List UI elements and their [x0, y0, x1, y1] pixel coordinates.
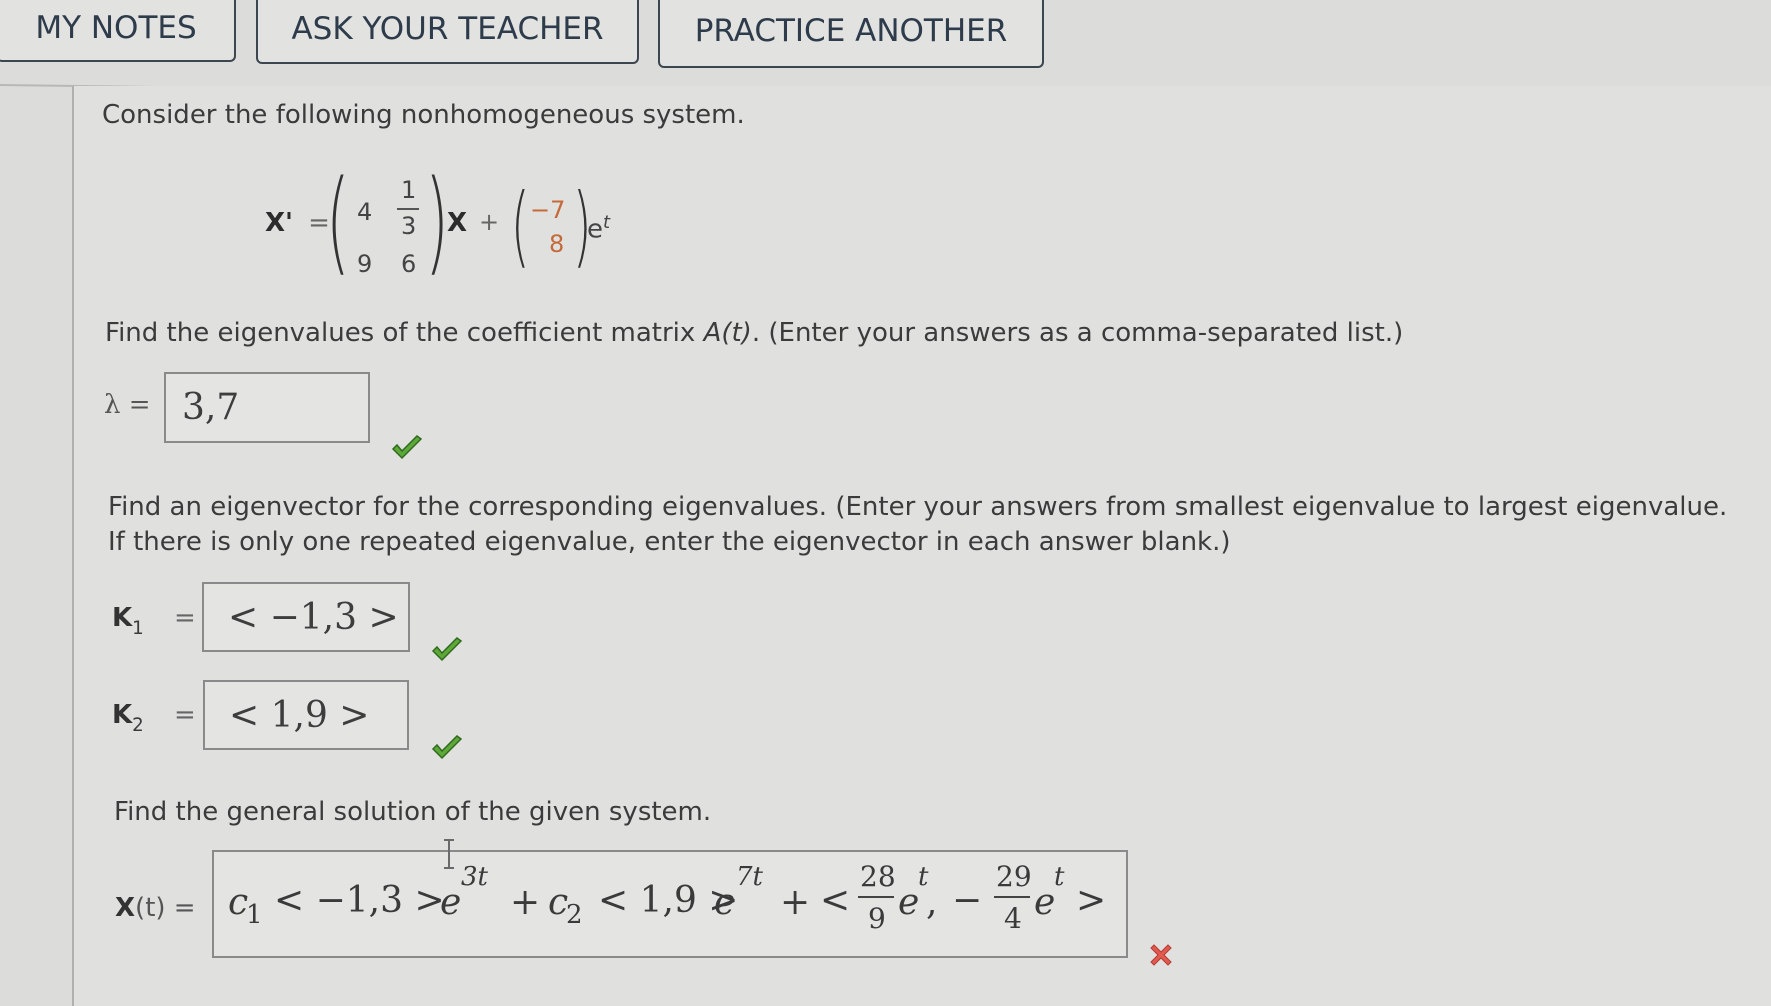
exp-power: t	[603, 212, 611, 233]
correct-check-icon	[431, 637, 463, 662]
equation-lhs: X' =	[265, 208, 330, 238]
x-prime: X'	[265, 208, 294, 238]
plus-1: +	[510, 882, 541, 923]
k2-subscript: 2	[132, 715, 144, 737]
exp-e4: e	[1034, 882, 1056, 923]
forcing-f1: −7	[530, 196, 566, 224]
text-cursor-icon	[444, 839, 454, 869]
k2-letter: K	[112, 700, 133, 730]
fraction1-denominator: 9	[868, 902, 886, 935]
matrix-a22: 6	[401, 250, 417, 278]
solution-label-rest: (t) =	[135, 893, 196, 923]
general-solution-input[interactable]: c 1 < −1,3 > e 3t + c 2 < 1,9 > e 7t + <…	[212, 850, 1128, 958]
plus-2: +	[780, 882, 811, 923]
correct-check-icon	[431, 735, 463, 760]
forcing-f2: 8	[549, 230, 565, 258]
matrix-a21: 9	[357, 250, 373, 278]
incorrect-x-icon	[1150, 944, 1172, 966]
my-notes-label: MY NOTES	[35, 10, 197, 46]
x-variable: X	[447, 208, 468, 238]
k2-input[interactable]: < 1,9 >	[203, 680, 409, 750]
matrix-a11: 4	[357, 198, 373, 226]
k1-label: K1 =	[112, 603, 196, 639]
k2-equals: =	[174, 700, 196, 730]
k1-letter: K	[112, 603, 133, 633]
my-notes-tab[interactable]: MY NOTES	[0, 0, 236, 62]
matrix-a12-denominator: 3	[401, 212, 417, 240]
k1-value: < −1,3 >	[228, 596, 399, 638]
vector-open: <	[820, 880, 851, 921]
k1-equals: =	[174, 603, 196, 633]
matrix-right-paren: )	[424, 157, 449, 287]
eigenvalues-prompt-math: A(t)	[703, 318, 752, 348]
fraction1-bar	[858, 896, 894, 898]
k2-value: < 1,9 >	[229, 694, 370, 736]
forcing-left-paren: (	[510, 174, 530, 277]
fraction2-numerator: 29	[996, 860, 1032, 893]
eigenvalues-prompt-pre: Find the eigenvalues of the coefficient …	[105, 318, 704, 348]
problem-intro: Consider the following nonhomogeneous sy…	[102, 100, 745, 130]
exp-e4-power: t	[1054, 862, 1065, 892]
ask-your-teacher-tab[interactable]: ASK YOUR TEACHER	[256, 0, 639, 64]
exp-e: e	[587, 214, 603, 245]
fraction1-numerator: 28	[860, 860, 896, 893]
lambda-label: λ =	[104, 390, 151, 420]
eigenvalues-input[interactable]: 3,7	[164, 372, 370, 443]
matrix-left-paren: (	[325, 157, 350, 287]
k1-subscript: 1	[132, 618, 144, 640]
k1-input[interactable]: < −1,3 >	[202, 582, 410, 652]
general-solution-prompt: Find the general solution of the given s…	[114, 797, 712, 827]
solution-expression: c 1 < −1,3 > e 3t + c 2 < 1,9 > e 7t + <…	[214, 852, 1126, 956]
exp-e1-power: 3t	[461, 862, 488, 892]
exp-e1: e	[440, 882, 462, 923]
plus-sign: +	[479, 208, 500, 236]
vector-close: >	[1076, 880, 1107, 921]
fraction2-denominator: 4	[1004, 902, 1022, 935]
fraction2-bar	[994, 896, 1030, 898]
ask-your-teacher-label: ASK YOUR TEACHER	[291, 11, 604, 47]
eigenvector-prompt-line1: Find an eigenvector for the correspondin…	[108, 492, 1728, 522]
vector-k1: < −1,3 >	[274, 880, 445, 921]
c2-subscript: 2	[566, 900, 583, 930]
matrix-a12-numerator: 1	[401, 176, 417, 204]
vector-comma: ,	[926, 882, 938, 923]
k2-label: K2 =	[112, 700, 196, 736]
c1-subscript: 1	[246, 900, 263, 930]
exp-e2-power: 7t	[736, 862, 763, 892]
exp-base: et	[587, 212, 610, 245]
matrix-a12-fraction-bar	[397, 208, 419, 210]
exp-e2: e	[714, 882, 736, 923]
solution-label: X(t) =	[115, 893, 196, 923]
system-equation: X' = ( 4 1 3 9 6 ) X + ( −7 8 ) et	[265, 157, 665, 288]
practice-another-tab[interactable]: PRACTICE ANOTHER	[658, 0, 1044, 68]
eigenvector-prompt-line2: If there is only one repeated eigenvalue…	[108, 527, 1231, 557]
eigenvalues-value: 3,7	[182, 387, 240, 428]
correct-check-icon	[391, 435, 423, 460]
practice-another-label: PRACTICE ANOTHER	[694, 13, 1008, 49]
eigenvalues-prompt-post: . (Enter your answers as a comma-separat…	[751, 318, 1404, 348]
eigenvalues-prompt: Find the eigenvalues of the coefficient …	[105, 318, 1403, 348]
exp-e3: e	[898, 882, 920, 923]
minus-sign: −	[952, 880, 983, 921]
solution-label-x: X	[115, 893, 136, 923]
